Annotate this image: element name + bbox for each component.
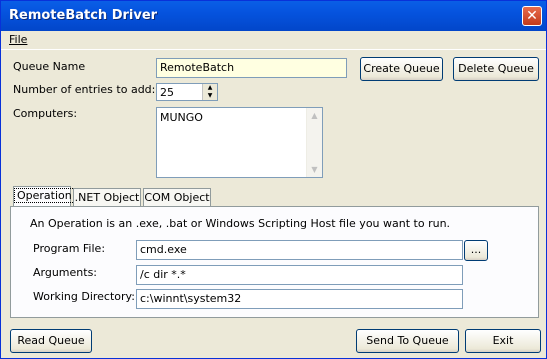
exit-button[interactable]: Exit (465, 329, 541, 353)
tab-com-object-label[interactable]: COM Object (144, 191, 209, 204)
tab-operation-label[interactable]: Operation (14, 188, 75, 203)
arrow-up-icon[interactable]: ▲ (203, 84, 217, 92)
entries-label: Number of entries to add: (13, 83, 156, 96)
program-file-input[interactable]: cmd.exe (136, 240, 463, 260)
working-directory-label: Working Directory: (33, 290, 135, 303)
tab-net-object[interactable]: .NET Object (73, 188, 141, 208)
arguments-label: Arguments: (33, 266, 98, 279)
create-queue-button[interactable]: Create Queue (360, 57, 443, 81)
listbox-scrollbar[interactable]: ▲ ▼ (306, 108, 322, 177)
arrow-up-icon[interactable]: ▲ (307, 108, 322, 123)
window-title: RemoteBatch Driver (9, 8, 158, 23)
queue-name-input[interactable]: RemoteBatch (156, 58, 347, 78)
computers-listbox[interactable]: MUNGO ▲ ▼ (156, 107, 323, 178)
main-window: RemoteBatch Driver ✕ File Queue Name Rem… (0, 0, 547, 359)
operation-panel: An Operation is an .exe, .bat or Windows… (10, 206, 539, 318)
tab-operation[interactable]: Operation (13, 186, 75, 208)
arrow-down-icon[interactable]: ▼ (307, 162, 322, 177)
menu-file[interactable]: File (9, 33, 27, 46)
read-queue-button[interactable]: Read Queue (10, 329, 92, 353)
arrow-down-icon[interactable]: ▼ (203, 92, 217, 100)
close-icon[interactable]: ✕ (526, 8, 538, 24)
entries-value[interactable]: 25 (160, 86, 174, 99)
queue-name-label: Queue Name (13, 60, 86, 73)
list-item[interactable]: MUNGO (160, 111, 203, 124)
program-file-label: Program File: (33, 242, 106, 255)
title-bar[interactable]: RemoteBatch Driver ✕ (1, 1, 546, 31)
close-button[interactable]: ✕ (522, 6, 542, 26)
operation-description: An Operation is an .exe, .bat or Windows… (30, 217, 451, 230)
delete-queue-button[interactable]: Delete Queue (453, 57, 539, 81)
browse-button[interactable]: ... (464, 240, 488, 261)
computers-label: Computers: (13, 107, 78, 120)
entries-stepper[interactable]: 25 ▲ ▼ (156, 83, 218, 101)
send-to-queue-button[interactable]: Send To Queue (356, 329, 459, 353)
working-directory-input[interactable]: c:\winnt\system32 (136, 289, 463, 309)
stepper-buttons[interactable]: ▲ ▼ (202, 84, 217, 100)
menu-bar: File (1, 31, 546, 50)
tab-net-object-label[interactable]: .NET Object (75, 191, 140, 204)
tab-com-object[interactable]: COM Object (143, 188, 211, 208)
arguments-input[interactable]: /c dir *.* (136, 265, 463, 285)
